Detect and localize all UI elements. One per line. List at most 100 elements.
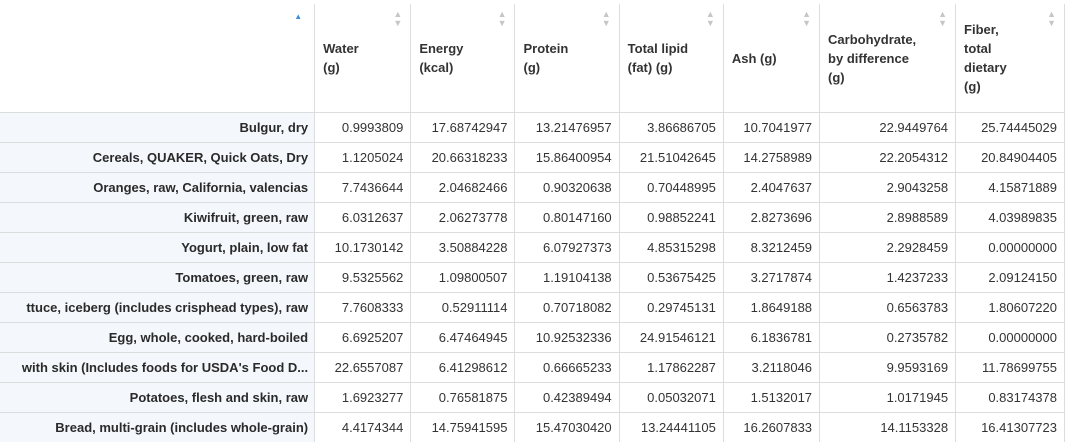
column-header-label: Ash (g) bbox=[731, 50, 777, 66]
value-cell: 2.8988589 bbox=[819, 202, 957, 233]
column-header-energy[interactable]: Energy (kcal) ▲ ▼ bbox=[410, 4, 516, 113]
value-cell: 4.85315298 bbox=[619, 232, 724, 263]
value-cell: 2.2928459 bbox=[819, 232, 957, 263]
value-cell: 10.7041977 bbox=[723, 112, 821, 143]
column-header-total-lipid[interactable]: Total lipid (fat) (g) ▲ ▼ bbox=[619, 4, 724, 113]
table-row[interactable]: Tomatoes, green, raw 9.5325562 1.09800507 1… bbox=[0, 262, 1065, 293]
table-row[interactable]: Cereals, QUAKER, Quick Oats, Dry 1.120502… bbox=[0, 142, 1065, 173]
value-cell: 16.2607833 bbox=[723, 412, 821, 442]
row-name-text: Oranges, raw, California, valencias bbox=[93, 180, 309, 195]
row-name-text: Egg, whole, cooked, hard-boiled bbox=[108, 330, 309, 345]
row-name-cell: Tomatoes, green, raw bbox=[0, 262, 316, 293]
table-row[interactable]: Bulgur, dry 0.9993809 17.68742947 13.214769… bbox=[0, 112, 1065, 143]
value-cell: 0.9993809 bbox=[314, 112, 412, 143]
value-cell: 0.70448995 bbox=[619, 172, 724, 203]
value-cell: 2.09124150 bbox=[955, 262, 1065, 293]
data-table-container[interactable]: ▲ Water (g) ▲ ▼ Energy (kcal) ▲ ▼ Protein … bbox=[0, 0, 1065, 442]
value-cell: 25.74445029 bbox=[955, 112, 1065, 143]
value-cell: 0.53675425 bbox=[619, 262, 724, 293]
row-name-cell: Potatoes, flesh and skin, raw bbox=[0, 382, 316, 413]
column-header-fiber[interactable]: Fiber, total dietary (g) ▲ ▼ bbox=[955, 4, 1065, 113]
value-cell: 22.6557087 bbox=[314, 352, 412, 383]
value-cell: 2.4047637 bbox=[723, 172, 821, 203]
row-name-cell: Kiwifruit, green, raw bbox=[0, 202, 316, 233]
row-name-text: Cereals, QUAKER, Quick Oats, Dry bbox=[92, 150, 309, 165]
value-cell: 1.0171945 bbox=[819, 382, 957, 413]
sort-both-icon[interactable]: ▲ ▼ bbox=[938, 10, 947, 28]
value-cell: 0.90320638 bbox=[514, 172, 620, 203]
value-cell: 2.9043258 bbox=[819, 172, 957, 203]
value-cell: 7.7608333 bbox=[314, 292, 412, 323]
row-name-text: with skin (Includes foods for USDA's Foo… bbox=[21, 360, 309, 375]
row-name-cell: Cereals, QUAKER, Quick Oats, Dry bbox=[0, 142, 316, 173]
value-cell: 9.5325562 bbox=[314, 262, 412, 293]
value-cell: 24.91546121 bbox=[619, 322, 724, 353]
column-header-label: Fiber, total dietary (g) bbox=[964, 22, 1007, 94]
sort-both-icon[interactable]: ▲ ▼ bbox=[602, 10, 611, 28]
value-cell: 2.04682466 bbox=[410, 172, 516, 203]
value-cell: 6.1836781 bbox=[723, 322, 821, 353]
value-cell: 1.09800507 bbox=[410, 262, 516, 293]
header-row: ▲ Water (g) ▲ ▼ Energy (kcal) ▲ ▼ Protein … bbox=[0, 4, 1065, 113]
table-row[interactable]: Egg, whole, cooked, hard-boiled 6.6925207… bbox=[0, 322, 1065, 353]
column-header-protein[interactable]: Protein (g) ▲ ▼ bbox=[514, 4, 620, 113]
table-row[interactable]: with skin (Includes foods for USDA's Foo… bbox=[0, 352, 1065, 383]
column-header-rownames[interactable]: ▲ bbox=[0, 4, 316, 113]
value-cell: 0.42389494 bbox=[514, 382, 620, 413]
table-row[interactable]: Yogurt, plain, low fat 10.1730142 3.508842… bbox=[0, 232, 1065, 263]
value-cell: 6.41298612 bbox=[410, 352, 516, 383]
sort-both-icon[interactable]: ▲ ▼ bbox=[393, 10, 402, 28]
value-cell: 0.70718082 bbox=[514, 292, 620, 323]
value-cell: 10.92532336 bbox=[514, 322, 620, 353]
value-cell: 17.68742947 bbox=[410, 112, 516, 143]
table-row[interactable]: Kiwifruit, green, raw 6.0312637 2.06273778… bbox=[0, 202, 1065, 233]
table-row[interactable]: Potatoes, flesh and skin, raw 1.6923277 0.… bbox=[0, 382, 1065, 413]
column-header-water[interactable]: Water (g) ▲ ▼ bbox=[314, 4, 412, 113]
row-name-text: Potatoes, flesh and skin, raw bbox=[129, 390, 309, 405]
value-cell: 20.66318233 bbox=[410, 142, 516, 173]
value-cell: 1.4237233 bbox=[819, 262, 957, 293]
sort-both-icon[interactable]: ▲ ▼ bbox=[706, 10, 715, 28]
table-row[interactable]: ttuce, iceberg (includes crisphead types… bbox=[0, 292, 1065, 323]
value-cell: 14.2758989 bbox=[723, 142, 821, 173]
nutrient-table: ▲ Water (g) ▲ ▼ Energy (kcal) ▲ ▼ Protein … bbox=[0, 4, 1065, 442]
value-cell: 0.00000000 bbox=[955, 322, 1065, 353]
value-cell: 15.47030420 bbox=[514, 412, 620, 442]
value-cell: 3.2717874 bbox=[723, 262, 821, 293]
value-cell: 10.1730142 bbox=[314, 232, 412, 263]
row-name-text: Tomatoes, green, raw bbox=[175, 270, 309, 285]
value-cell: 0.29745131 bbox=[619, 292, 724, 323]
column-header-label: Protein (g) bbox=[523, 41, 569, 75]
value-cell: 0.80147160 bbox=[514, 202, 620, 233]
table-row[interactable]: Oranges, raw, California, valencias 7.743… bbox=[0, 172, 1065, 203]
column-header-ash[interactable]: Ash (g) ▲ ▼ bbox=[723, 4, 821, 113]
column-header-label: Water (g) bbox=[323, 41, 359, 75]
value-cell: 3.50884228 bbox=[410, 232, 516, 263]
column-header-label: Total lipid (fat) (g) bbox=[627, 41, 689, 75]
table-body: Bulgur, dry 0.9993809 17.68742947 13.214769… bbox=[0, 112, 1065, 442]
sort-ascending-icon[interactable]: ▲ bbox=[294, 12, 302, 21]
value-cell: 1.6923277 bbox=[314, 382, 412, 413]
sort-both-icon[interactable]: ▲ ▼ bbox=[1047, 10, 1056, 28]
column-header-label: Energy (kcal) bbox=[419, 41, 464, 75]
row-name-cell: ttuce, iceberg (includes crisphead types… bbox=[0, 292, 316, 323]
column-header-label: Carbohydrate, by difference (g) bbox=[828, 31, 917, 85]
value-cell: 9.9593169 bbox=[819, 352, 957, 383]
sort-both-icon[interactable]: ▲ ▼ bbox=[498, 10, 507, 28]
value-cell: 0.66665233 bbox=[514, 352, 620, 383]
sort-both-icon[interactable]: ▲ ▼ bbox=[802, 10, 811, 28]
value-cell: 2.8273696 bbox=[723, 202, 821, 233]
value-cell: 3.2118046 bbox=[723, 352, 821, 383]
value-cell: 22.9449764 bbox=[819, 112, 957, 143]
column-header-carbohydrate[interactable]: Carbohydrate, by difference (g) ▲ ▼ bbox=[819, 4, 957, 113]
value-cell: 0.52911114 bbox=[410, 292, 516, 323]
value-cell: 6.0312637 bbox=[314, 202, 412, 233]
value-cell: 14.1153328 bbox=[819, 412, 957, 442]
row-name-cell: Bulgur, dry bbox=[0, 112, 316, 143]
table-row[interactable]: Bread, multi-grain (includes whole-grain… bbox=[0, 412, 1065, 442]
value-cell: 21.51042645 bbox=[619, 142, 724, 173]
value-cell: 0.2735782 bbox=[819, 322, 957, 353]
value-cell: 6.07927373 bbox=[514, 232, 620, 263]
row-name-cell: Oranges, raw, California, valencias bbox=[0, 172, 316, 203]
value-cell: 0.00000000 bbox=[955, 232, 1065, 263]
